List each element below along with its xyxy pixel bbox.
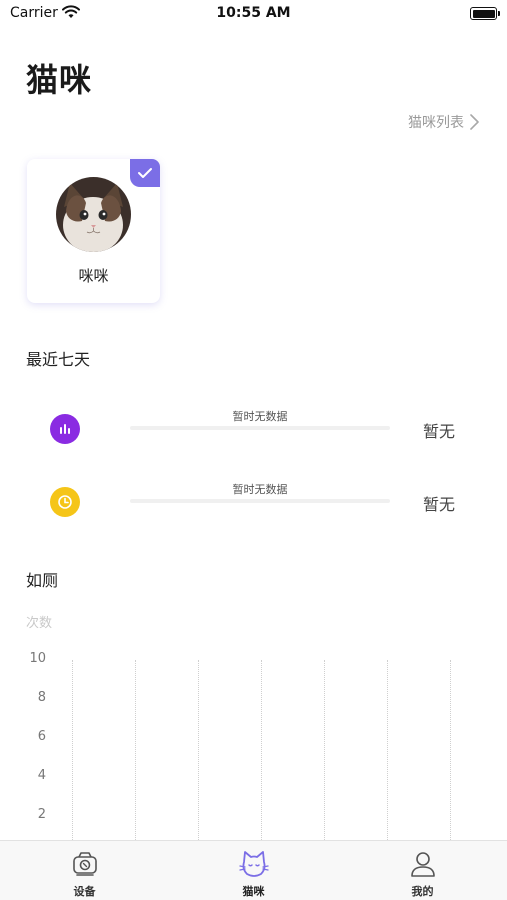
user-icon: [410, 852, 435, 877]
stat-row-duration: 暂时无数据 暂无: [0, 477, 507, 527]
cat-card[interactable]: 咪咪: [27, 159, 160, 303]
page-title: 猫咪: [26, 61, 93, 99]
stat-value: 暂无: [423, 495, 456, 514]
chart-grid-line: [387, 660, 388, 840]
cat-photo: [56, 177, 131, 252]
chevron-right-icon: [470, 114, 479, 130]
cat-avatar: [56, 177, 131, 252]
cat-name: 咪咪: [78, 267, 109, 285]
recent-section-title: 最近七天: [26, 350, 91, 369]
tab-label: 设备: [73, 885, 96, 898]
status-bar: Carrier 10:55 AM: [0, 0, 507, 28]
tab-bar: 设备 猫咪 我的: [0, 840, 507, 900]
status-time: 10:55 AM: [216, 5, 291, 21]
tab-profile[interactable]: 我的: [338, 841, 507, 900]
device-icon: [72, 852, 97, 876]
clock-icon: [50, 487, 80, 517]
tab-device[interactable]: 设备: [0, 841, 169, 900]
tab-label: 猫咪: [242, 885, 265, 898]
stat-progress-track: [130, 499, 390, 503]
cat-list-link[interactable]: 猫咪列表: [408, 112, 479, 132]
bar-chart-icon: [50, 414, 80, 444]
cat-icon: [238, 851, 269, 877]
selected-badge: [130, 159, 160, 187]
chart-grid-line: [72, 660, 73, 840]
stat-value: 暂无: [423, 422, 456, 441]
cat-list-label: 猫咪列表: [408, 115, 464, 131]
chart-grid-line: [324, 660, 325, 840]
y-tick-label: 2: [37, 807, 46, 822]
tab-label: 我的: [411, 885, 434, 898]
y-tick-label: 6: [37, 729, 46, 744]
battery-icon: [470, 7, 500, 20]
y-tick-label: 4: [37, 768, 46, 783]
chart-grid-line: [261, 660, 262, 840]
chart-grid-line: [450, 660, 451, 840]
stat-nodata-text: 暂时无数据: [232, 483, 288, 496]
stat-nodata-text: 暂时无数据: [232, 410, 288, 423]
chart-grid-line: [198, 660, 199, 840]
check-icon: [138, 168, 152, 178]
chart-unit-label: 次数: [26, 616, 53, 631]
toilet-section-title: 如厕: [26, 571, 59, 590]
y-tick-label: 8: [37, 690, 46, 705]
chart-grid-line: [135, 660, 136, 840]
stat-progress-track: [130, 426, 390, 430]
tab-cat[interactable]: 猫咪: [169, 841, 338, 900]
stat-row-frequency: 暂时无数据 暂无: [0, 404, 507, 454]
y-tick-label: 10: [29, 651, 46, 666]
